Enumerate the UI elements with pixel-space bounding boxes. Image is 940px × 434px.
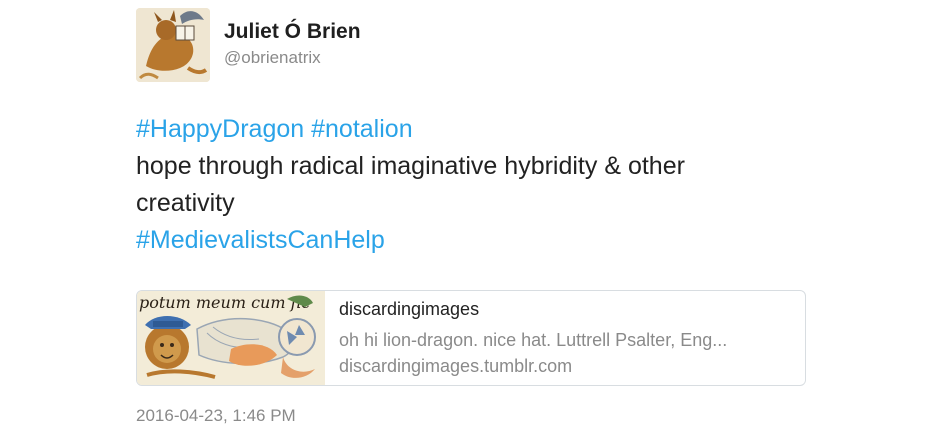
tweet-text-segment: creativity	[136, 189, 235, 217]
medieval-creature-reading-avatar	[136, 8, 210, 82]
link-card-thumbnail: potum meum cum fle	[137, 291, 325, 385]
tweet-timestamp[interactable]: 2016-04-23, 1:46 PM	[136, 406, 296, 426]
tweet-line: #MedievalistsCanHelp	[136, 222, 816, 259]
tweet-line: #HappyDragon #notalion	[136, 111, 816, 148]
tweet-line: creativity	[136, 185, 816, 222]
tweet-text: #HappyDragon #notalion hope through radi…	[136, 111, 816, 259]
thumbnail-manuscript-caption: potum meum cum fle	[139, 293, 311, 312]
link-card-domain: discardingimages.tumblr.com	[339, 356, 573, 376]
link-card-title: discardingimages	[339, 299, 480, 319]
author-avatar[interactable]	[136, 8, 210, 82]
tweet-line: hope through radical imaginative hybridi…	[136, 148, 816, 185]
author-handle[interactable]: @obrienatrix	[224, 48, 321, 68]
author-display-name[interactable]: Juliet Ó Brien	[224, 20, 361, 44]
hashtag-link[interactable]: #MedievalistsCanHelp	[136, 226, 385, 254]
hashtag-link[interactable]: #HappyDragon	[136, 115, 304, 143]
tweet: Juliet Ó Brien @obrienatrix #HappyDragon…	[0, 0, 940, 434]
link-card[interactable]: potum meum cum fle discardingimages oh h…	[136, 290, 806, 386]
lion-dragon-manuscript-thumbnail: potum meum cum fle	[137, 291, 325, 385]
hashtag-link[interactable]: #notalion	[311, 115, 412, 143]
link-card-description: oh hi lion-dragon. nice hat. Luttrell Ps…	[339, 330, 728, 350]
tweet-text-segment: hope through radical imaginative hybridi…	[136, 152, 685, 180]
